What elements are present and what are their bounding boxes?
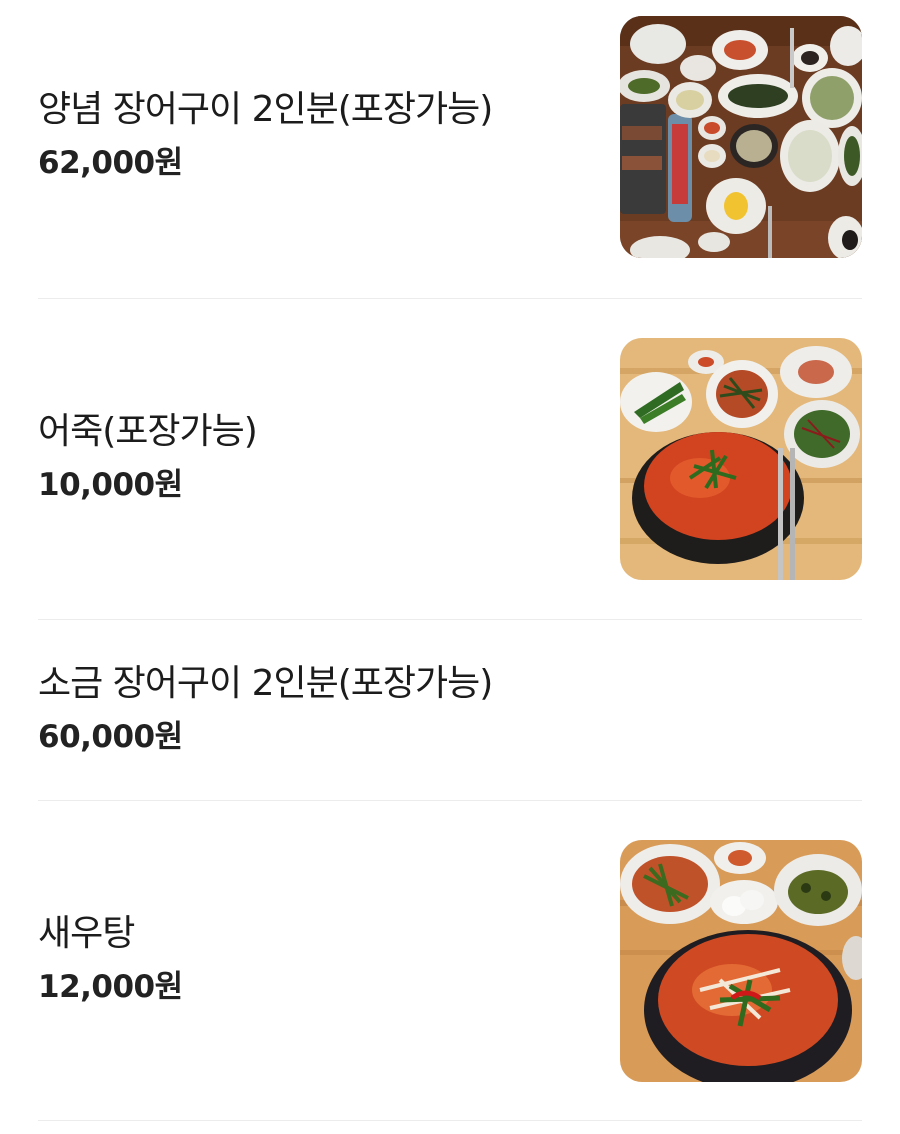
menu-item-price: 10,000원 bbox=[38, 467, 183, 503]
menu-item-photo[interactable] bbox=[620, 338, 862, 580]
menu-item-price: 12,000원 bbox=[38, 969, 183, 1005]
menu-item-eojuk[interactable]: 어죽(포장가능) 10,000원 bbox=[38, 338, 862, 580]
item-divider bbox=[38, 619, 862, 620]
shrimp-stew-photo bbox=[620, 840, 862, 1082]
menu-item-saeutang[interactable]: 새우탕 12,000원 bbox=[38, 840, 862, 1082]
menu-list: 양념 장어구이 2인분(포장가능) 62,000원 어죽(포장가능) 10,00… bbox=[0, 0, 900, 1134]
item-divider bbox=[38, 1120, 862, 1121]
fish-porridge-stew-photo bbox=[620, 338, 862, 580]
menu-item-yangnyeom-eel[interactable]: 양념 장어구이 2인분(포장가능) 62,000원 bbox=[38, 16, 862, 260]
menu-item-name: 새우탕 bbox=[38, 913, 135, 954]
menu-item-name: 양념 장어구이 2인분(포장가능) bbox=[38, 89, 493, 130]
menu-item-photo[interactable] bbox=[620, 16, 862, 258]
menu-item-name: 소금 장어구이 2인분(포장가능) bbox=[38, 663, 493, 704]
menu-item-sogeum-eel[interactable]: 소금 장어구이 2인분(포장가능) 60,000원 bbox=[38, 660, 862, 760]
item-divider bbox=[38, 298, 862, 299]
grilled-eel-table-photo bbox=[620, 16, 862, 258]
menu-item-photo[interactable] bbox=[620, 840, 862, 1082]
menu-item-price: 60,000원 bbox=[38, 719, 183, 755]
menu-item-name: 어죽(포장가능) bbox=[38, 411, 258, 452]
menu-item-price: 62,000원 bbox=[38, 145, 183, 181]
item-divider bbox=[38, 800, 862, 801]
